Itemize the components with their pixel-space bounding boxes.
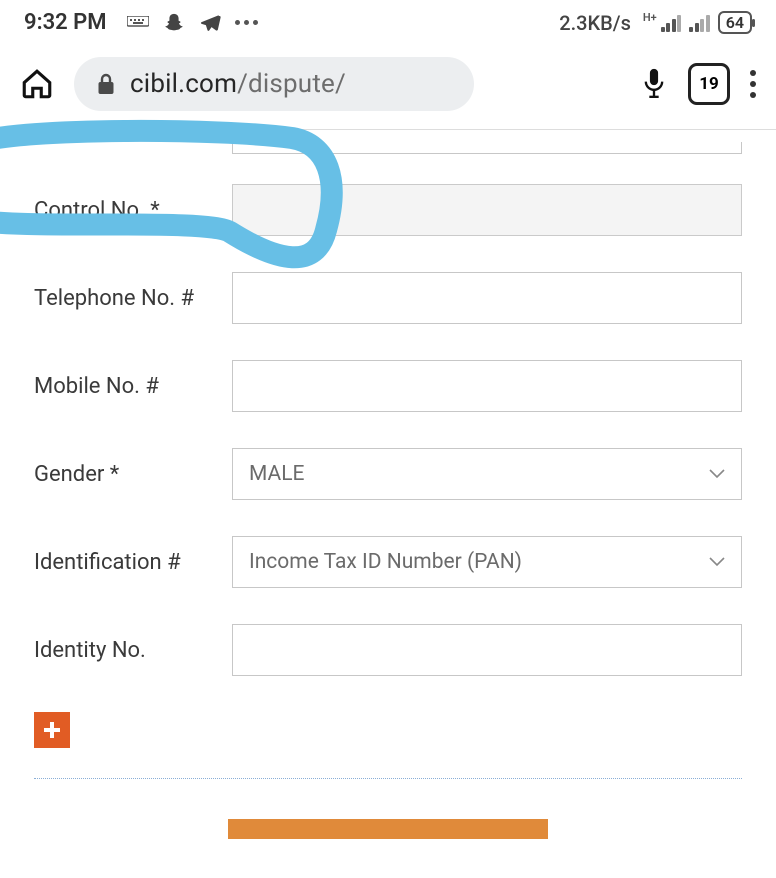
row-identification: Identification # — [34, 536, 742, 588]
lock-icon — [96, 72, 116, 96]
signal-1-icon — [661, 14, 682, 32]
section-divider — [34, 778, 742, 779]
status-left: 9:32 PM — [24, 10, 258, 35]
submit-button[interactable] — [228, 819, 548, 839]
label-gender: Gender * — [34, 462, 232, 487]
plus-icon — [41, 719, 63, 741]
row-mobile: Mobile No. # — [34, 360, 742, 412]
status-bar: 9:32 PM 2.3KB/s H+ 64 — [0, 0, 776, 43]
select-gender[interactable] — [232, 448, 742, 500]
row-telephone: Telephone No. # — [34, 272, 742, 324]
previous-field-bottom — [232, 142, 742, 154]
submit-area — [34, 819, 742, 843]
home-icon[interactable] — [20, 67, 54, 101]
url-text: cibil.com/dispute/ — [130, 69, 346, 99]
label-telephone: Telephone No. # — [34, 286, 232, 311]
browser-menu-icon[interactable] — [750, 70, 756, 98]
battery-icon: 64 — [718, 11, 752, 34]
label-identification: Identification # — [34, 550, 232, 575]
row-identity-no: Identity No. — [34, 624, 742, 676]
input-control-no[interactable] — [232, 184, 742, 236]
mic-icon[interactable] — [640, 66, 668, 102]
label-mobile: Mobile No. # — [34, 374, 232, 399]
browser-toolbar: cibil.com/dispute/ 19 — [0, 43, 776, 130]
more-notifications-icon — [235, 20, 258, 25]
tab-switcher[interactable]: 19 — [688, 63, 730, 105]
label-identity-no: Identity No. — [34, 638, 232, 663]
keyboard-icon — [127, 16, 149, 30]
status-right: 2.3KB/s H+ 64 — [559, 11, 752, 35]
row-gender: Gender * — [34, 448, 742, 500]
input-identity-no[interactable] — [232, 624, 742, 676]
label-control-no: Control No. * — [34, 198, 232, 223]
input-mobile[interactable] — [232, 360, 742, 412]
address-bar[interactable]: cibil.com/dispute/ — [74, 57, 474, 111]
network-type: H+ — [643, 11, 657, 24]
row-control-no: Control No. * — [34, 184, 742, 236]
signal-2-icon — [689, 14, 710, 32]
page-content: Control No. * Telephone No. # Mobile No.… — [0, 130, 776, 843]
input-telephone[interactable] — [232, 272, 742, 324]
data-rate: 2.3KB/s — [559, 11, 631, 35]
select-identification[interactable] — [232, 536, 742, 588]
add-button[interactable] — [34, 712, 70, 748]
telegram-icon — [199, 12, 221, 34]
snapchat-icon — [163, 12, 185, 34]
clock-time: 9:32 PM — [24, 10, 107, 35]
